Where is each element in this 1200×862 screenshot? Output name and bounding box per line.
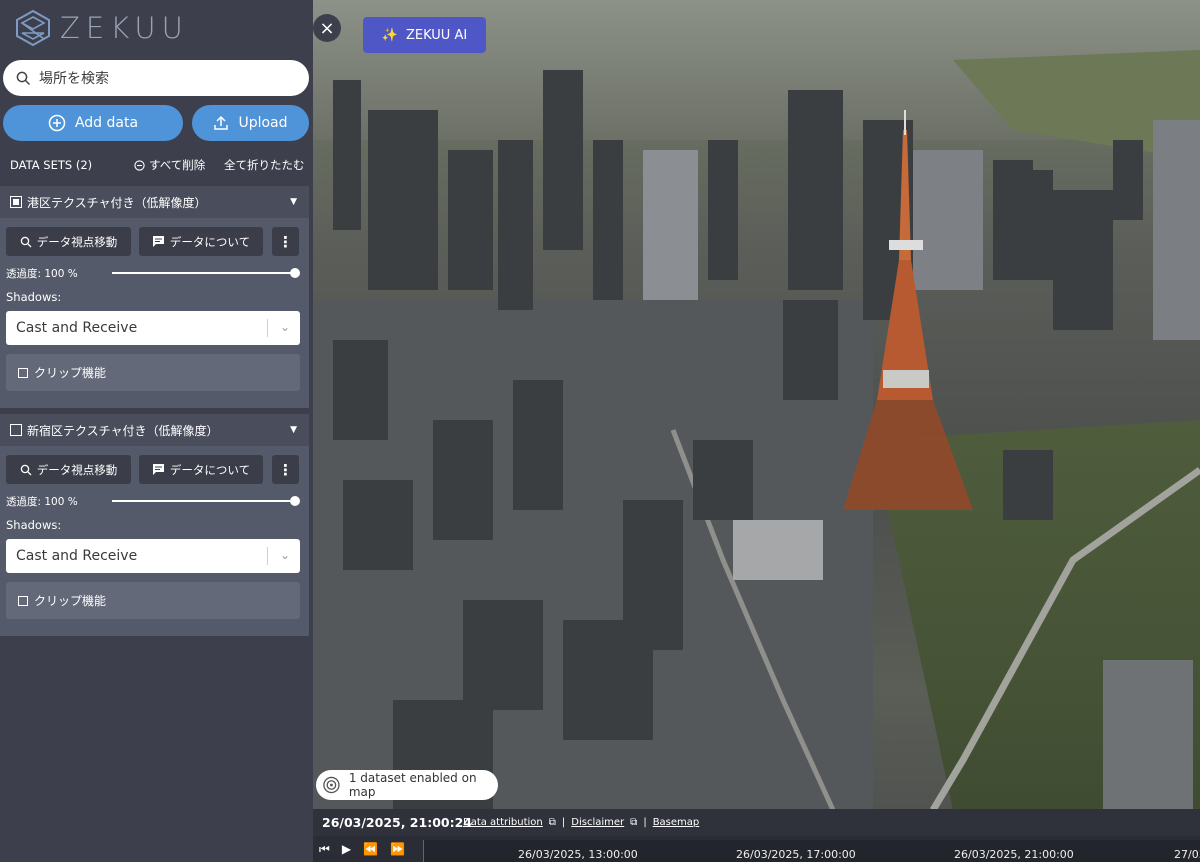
dataset-visibility-checkbox[interactable] — [10, 196, 22, 208]
sparkle-icon: ✨ — [381, 27, 398, 43]
add-data-button[interactable]: Add data — [3, 105, 183, 141]
select-separator — [267, 547, 268, 565]
opacity-label: 透過度: 100 % — [6, 267, 78, 280]
zoom-to-data-label: データ視点移動 — [36, 462, 118, 477]
opacity-slider-handle[interactable] — [290, 496, 300, 506]
dataset-title-row[interactable]: 港区テクスチャ付き（低解像度） ▼ — [0, 186, 309, 218]
caret-down-icon[interactable]: ▼ — [290, 425, 297, 435]
zoom-to-data-button[interactable]: データ視点移動 — [6, 227, 131, 256]
timeline-tick-label: 27/03 — [1174, 848, 1200, 861]
clip-toggle[interactable]: クリップ機能 — [6, 582, 300, 619]
clip-label: クリップ機能 — [34, 594, 107, 608]
chevron-down-icon: ⌄ — [279, 548, 290, 562]
caret-down-icon[interactable]: ▼ — [290, 197, 297, 207]
zekuu-ai-button[interactable]: ✨ ZEKUU AI — [363, 17, 486, 53]
clip-label: クリップ機能 — [34, 366, 107, 380]
broadcast-icon — [323, 776, 340, 794]
more-options-button[interactable]: ⋮ — [272, 227, 299, 256]
close-panel-button[interactable]: × — [313, 14, 341, 42]
rewind-icon[interactable]: ⏪ — [363, 842, 378, 857]
close-icon: × — [319, 17, 335, 39]
upload-label: Upload — [238, 115, 288, 131]
timeline-controls: ⏮ ▶ ⏪ ⏩ — [319, 842, 405, 857]
disclaimer-link[interactable]: Disclaimer — [571, 817, 624, 828]
search-placeholder: 場所を検索 — [39, 71, 109, 87]
play-icon[interactable]: ▶ — [342, 842, 351, 857]
city-scene — [313, 0, 1200, 820]
dataset-title: 港区テクスチャ付き（低解像度） — [27, 195, 207, 210]
search-icon — [16, 71, 31, 85]
zekuu-ai-label: ZEKUU AI — [406, 27, 468, 43]
opacity-control: 透過度: 100 % — [6, 266, 302, 280]
zoom-to-data-label: データ視点移動 — [36, 234, 118, 249]
opacity-slider-handle[interactable] — [290, 268, 300, 278]
timeline-tick-label: 26/03/2025, 13:00:00 — [518, 848, 638, 861]
shadows-label: Shadows: — [6, 518, 62, 532]
skip-to-start-icon[interactable]: ⏮ — [319, 842, 330, 857]
search-icon — [20, 236, 32, 247]
add-data-label: Add data — [74, 115, 139, 131]
sidebar: ZEKUU 場所を検索 Add data Upload DATA SETS (2… — [0, 0, 313, 862]
dataset-title: 新宿区テクスチャ付き（低解像度） — [27, 423, 219, 438]
datasets-count-title: DATA SETS (2) — [10, 158, 93, 172]
external-link-icon: ⧉ — [630, 817, 638, 828]
about-data-button[interactable]: データについて — [139, 227, 263, 256]
shadows-label: Shadows: — [6, 290, 62, 304]
link-separator: | — [643, 817, 647, 828]
current-time: 26/03/2025, 21:00:24 — [322, 815, 472, 830]
zekuu-logo-icon — [16, 9, 50, 47]
plus-circle-icon — [48, 114, 66, 132]
data-attribution-link[interactable]: Data attribution — [463, 817, 543, 828]
shadows-select[interactable]: Cast and Receive ⌄ — [6, 539, 300, 573]
link-separator: | — [561, 817, 566, 828]
opacity-control: 透過度: 100 % — [6, 494, 302, 508]
select-separator — [267, 319, 268, 337]
minus-circle-icon — [134, 159, 145, 171]
more-options-button[interactable]: ⋮ — [272, 455, 299, 484]
upload-button[interactable]: Upload — [192, 105, 309, 141]
clip-toggle[interactable]: クリップ機能 — [6, 354, 300, 391]
timeline: ⏮ ▶ ⏪ ⏩ 26/03/2025, 13:00:00 26/03/2025,… — [313, 836, 1200, 862]
about-data-label: データについて — [169, 462, 251, 477]
comment-icon — [152, 464, 164, 475]
shadows-select-value: Cast and Receive — [16, 320, 138, 336]
map-3d-viewport[interactable] — [313, 0, 1200, 862]
opacity-slider[interactable] — [112, 268, 300, 278]
opacity-label: 透過度: 100 % — [6, 495, 78, 508]
dataset-card: 港区テクスチャ付き（低解像度） ▼ データ視点移動 データについて ⋮ 透過度:… — [0, 186, 309, 408]
clip-checkbox[interactable] — [18, 367, 28, 378]
shadows-select-value: Cast and Receive — [16, 548, 138, 564]
search-input[interactable]: 場所を検索 — [3, 60, 309, 96]
dataset-card: 新宿区テクスチャ付き（低解像度） ▼ データ視点移動 データについて ⋮ 透過度… — [0, 414, 309, 636]
about-data-button[interactable]: データについて — [139, 455, 263, 484]
chevron-down-icon: ⌄ — [279, 320, 290, 334]
timeline-tick-label: 26/03/2025, 21:00:00 — [954, 848, 1074, 861]
remove-all-button[interactable]: すべて削除 — [134, 157, 205, 173]
about-data-label: データについて — [169, 234, 251, 249]
fast-forward-icon[interactable]: ⏩ — [390, 842, 405, 857]
dataset-visibility-checkbox[interactable] — [10, 424, 22, 436]
dataset-status-pill[interactable]: 1 dataset enabled on map — [316, 770, 498, 800]
dataset-status-text: 1 dataset enabled on map — [348, 771, 477, 799]
credit-links: Data attribution ⧉ | Disclaimer ⧉ | Base… — [463, 817, 699, 828]
dataset-title-row[interactable]: 新宿区テクスチャ付き（低解像度） ▼ — [0, 414, 309, 446]
basemap-link[interactable]: Basemap — [653, 817, 700, 828]
external-link-icon: ⧉ — [548, 817, 556, 828]
collapse-all-button[interactable]: 全て折りたたむ — [224, 157, 305, 173]
brand-wordmark: ZEKUU — [60, 11, 189, 45]
shadows-select[interactable]: Cast and Receive ⌄ — [6, 311, 300, 345]
remove-all-label: すべて削除 — [149, 158, 206, 172]
upload-icon — [214, 115, 229, 130]
search-icon — [20, 464, 32, 475]
brand-logo[interactable]: ZEKUU — [14, 8, 189, 48]
status-bar: 26/03/2025, 21:00:24 Data attribution ⧉ … — [313, 809, 1200, 836]
zoom-to-data-button[interactable]: データ視点移動 — [6, 455, 131, 484]
datasets-header: DATA SETS (2) すべて削除 全て折りたたむ — [0, 148, 313, 182]
clip-checkbox[interactable] — [18, 595, 28, 606]
timeline-tick-label: 26/03/2025, 17:00:00 — [736, 848, 856, 861]
opacity-slider[interactable] — [112, 496, 300, 506]
timeline-track[interactable]: 26/03/2025, 13:00:00 26/03/2025, 17:00:0… — [423, 840, 1200, 862]
comment-icon — [152, 236, 164, 247]
